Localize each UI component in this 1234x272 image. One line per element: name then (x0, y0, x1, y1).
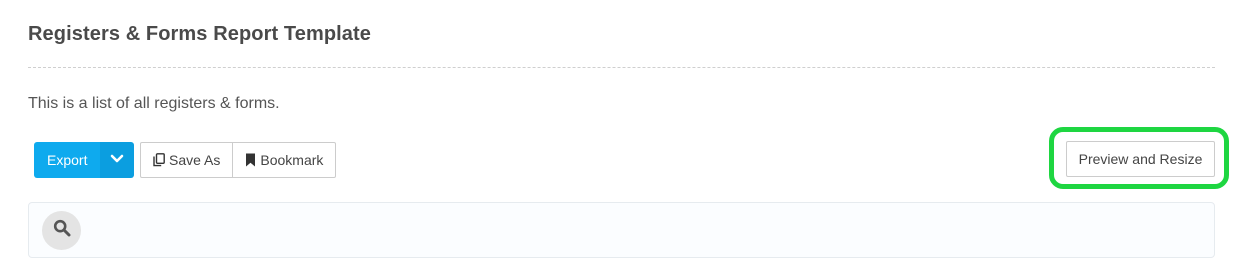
title-divider (28, 67, 1215, 68)
preview-and-resize-button[interactable]: Preview and Resize (1066, 141, 1215, 177)
save-as-label: Save As (169, 152, 221, 168)
page-description: This is a list of all registers & forms. (28, 95, 280, 112)
bookmark-button[interactable]: Bookmark (232, 143, 335, 177)
bookmark-label: Bookmark (260, 152, 324, 168)
copy-icon (153, 153, 165, 167)
save-as-button[interactable]: Save As (141, 143, 232, 177)
search-icon (53, 219, 71, 242)
report-template-page: Registers & Forms Report Template This i… (0, 0, 1234, 272)
page-title: Registers & Forms Report Template (28, 23, 372, 45)
bookmark-icon (245, 153, 256, 167)
export-button[interactable]: Export (34, 142, 101, 178)
save-bookmark-group: Save As Bookmark (140, 142, 337, 178)
export-split-button: Export (34, 142, 135, 178)
search-button[interactable] (42, 211, 81, 250)
export-dropdown-toggle[interactable] (100, 142, 135, 178)
chevron-down-icon (110, 151, 124, 169)
search-panel (28, 202, 1215, 258)
